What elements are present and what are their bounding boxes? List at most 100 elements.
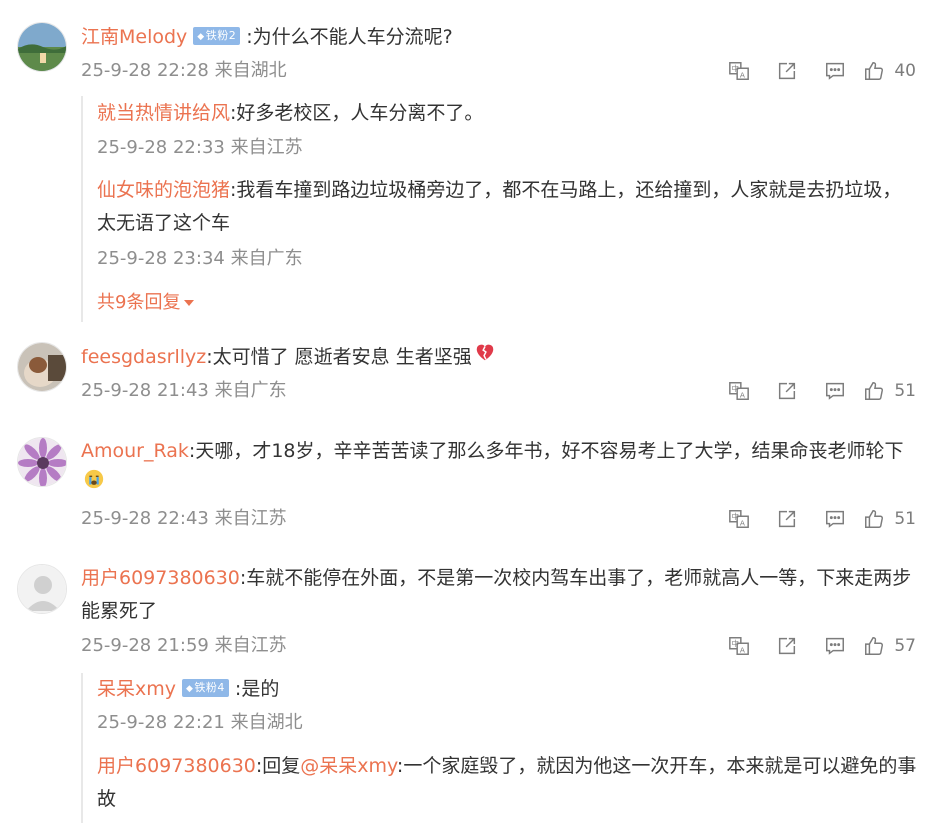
avatar[interactable] <box>17 22 67 72</box>
share-button[interactable] <box>763 506 811 532</box>
translate-icon: 中A <box>729 62 750 80</box>
comment-icon <box>826 510 845 528</box>
comment-username[interactable]: feesgdasrllyz <box>81 346 206 368</box>
comment-time: 25-9-28 21:43 <box>81 380 209 401</box>
share-icon <box>779 382 796 400</box>
like-button[interactable]: 57 <box>863 635 916 657</box>
comment-actions: 中A 51 <box>715 506 916 532</box>
reply-location: 来自广东 <box>230 248 303 269</box>
reply-meta: 25-9-28 23:34 来自广东 <box>97 246 303 272</box>
svg-text:中: 中 <box>732 384 739 393</box>
reply-meta: 25-9-28 22:33 来自江苏 <box>97 135 303 161</box>
comment-button[interactable] <box>811 378 859 404</box>
comment-location: 来自江苏 <box>214 635 287 656</box>
share-button[interactable] <box>763 378 811 404</box>
share-button[interactable] <box>763 633 811 659</box>
translate-icon: 中A <box>729 382 750 400</box>
thumbs-up-icon <box>865 382 884 400</box>
svg-text:A: A <box>740 645 745 654</box>
like-count: 51 <box>894 509 916 529</box>
comment-body: :为什么不能人车分流呢? <box>246 26 453 48</box>
like-button[interactable]: 40 <box>863 60 916 82</box>
comment-button[interactable] <box>811 58 859 84</box>
reply-username[interactable]: 仙女味的泡泡猪 <box>97 179 230 201</box>
comment-meta: 25-9-28 22:43 来自江苏 <box>81 506 287 532</box>
svg-text:中: 中 <box>732 639 739 648</box>
comment-location: 来自江苏 <box>214 508 287 529</box>
reply-body: :好多老校区，人车分离不了。 <box>230 102 484 124</box>
comment-text: feesgdasrllyz:太可惜了 愿逝者安息 生者坚强 <box>81 341 918 374</box>
svg-text:A: A <box>740 518 745 527</box>
avatar[interactable] <box>17 437 67 487</box>
share-icon <box>779 62 796 80</box>
reply-username[interactable]: 就当热情讲给风 <box>97 102 230 124</box>
avatar[interactable] <box>17 342 67 392</box>
reply-text: 就当热情讲给风:好多老校区，人车分离不了。 <box>97 97 920 130</box>
comment-time: 25-9-28 21:59 <box>81 635 209 656</box>
gem-icon: ◆ <box>197 31 205 42</box>
reply-username[interactable]: 用户6097380630 <box>97 755 256 777</box>
fan-badge: ◆铁粉4 <box>182 678 229 697</box>
reply-mention[interactable]: @呆呆xmy <box>300 755 397 777</box>
fan-badge: ◆铁粉2 <box>193 26 241 45</box>
comment-meta: 25-9-28 22:28 来自湖北 <box>81 58 287 84</box>
comment-username[interactable]: 用户6097380630 <box>81 567 240 589</box>
reply-location: 来自湖北 <box>230 712 303 733</box>
comment-icon <box>826 62 845 80</box>
translate-button[interactable]: 中A <box>715 633 763 659</box>
like-button[interactable]: 51 <box>863 508 916 530</box>
comment-icon <box>826 382 845 400</box>
crying-face-icon <box>83 468 105 501</box>
svg-text:A: A <box>740 70 745 79</box>
comment-time: 25-9-28 22:43 <box>81 508 209 529</box>
thumbs-up-icon <box>865 510 884 528</box>
comment-username[interactable]: 江南Melody <box>81 26 187 48</box>
reply-list: 呆呆xmy ◆铁粉4 :是的 25-9-28 22:21 来自湖北 用户609738… <box>81 673 920 823</box>
more-replies-label: 共9条回复 <box>97 292 181 313</box>
translate-button[interactable]: 中A <box>715 58 763 84</box>
svg-text:中: 中 <box>732 64 739 73</box>
translate-button[interactable]: 中A <box>715 378 763 404</box>
comment-icon <box>826 637 845 655</box>
comment-meta: 25-9-28 21:43 来自广东 <box>81 378 287 404</box>
share-icon <box>779 637 796 655</box>
reply-prefix: :回复 <box>255 755 301 777</box>
comment-text: Amour_Rak:天哪，才18岁，辛辛苦苦读了那么多年书，好不容易考上了大学，… <box>81 435 918 501</box>
caret-down-icon <box>184 300 195 306</box>
like-count: 40 <box>894 61 916 81</box>
more-replies-link[interactable]: 共9条回复 <box>97 288 195 314</box>
comment-meta: 25-9-28 21:59 来自江苏 <box>81 633 287 659</box>
svg-text:中: 中 <box>732 512 739 521</box>
thumbs-up-icon <box>865 62 884 80</box>
comment-username[interactable]: Amour_Rak <box>81 440 189 462</box>
share-icon <box>779 510 796 528</box>
comment-time: 25-9-28 22:28 <box>81 60 209 81</box>
translate-button[interactable]: 中A <box>715 506 763 532</box>
like-button[interactable]: 51 <box>863 380 916 402</box>
reply-meta: 25-9-28 22:21 来自湖北 <box>97 710 303 736</box>
reply-location: 来自江苏 <box>230 137 303 158</box>
like-count: 51 <box>894 381 916 401</box>
comment-button[interactable] <box>811 633 859 659</box>
avatar[interactable] <box>17 564 67 614</box>
comment-actions: 中A 40 <box>715 58 916 84</box>
comment-body: :太可惜了 愿逝者安息 生者坚强 <box>206 346 472 368</box>
svg-text:A: A <box>740 390 745 399</box>
comment-text: 用户6097380630:车就不能停在外面，不是第一次校内驾车出事了，老师就高人… <box>81 562 918 628</box>
like-count: 57 <box>894 636 916 656</box>
translate-icon: 中A <box>729 637 750 655</box>
comment-button[interactable] <box>811 506 859 532</box>
reply-username[interactable]: 呆呆xmy <box>97 678 176 700</box>
reply-body: :是的 <box>234 678 280 700</box>
reply-time: 25-9-28 22:33 <box>97 137 225 158</box>
comment-text: 江南Melody ◆铁粉2 :为什么不能人车分流呢? <box>81 21 918 54</box>
reply-list: 就当热情讲给风:好多老校区，人车分离不了。 25-9-28 22:33 来自江苏… <box>81 96 920 322</box>
share-button[interactable] <box>763 58 811 84</box>
translate-icon: 中A <box>729 510 750 528</box>
comment-location: 来自广东 <box>214 380 287 401</box>
reply-time: 25-9-28 22:21 <box>97 712 225 733</box>
reply-text: 呆呆xmy ◆铁粉4 :是的 <box>97 673 920 706</box>
reply-text: 仙女味的泡泡猪:我看车撞到路边垃圾桶旁边了，都不在马路上，还给撞到，人家就是去扔… <box>97 174 920 240</box>
reply-text: 用户6097380630:回复@呆呆xmy:一个家庭毁了，就因为他这一次开车，本… <box>97 750 920 816</box>
comment-actions: 中A 57 <box>715 633 916 659</box>
